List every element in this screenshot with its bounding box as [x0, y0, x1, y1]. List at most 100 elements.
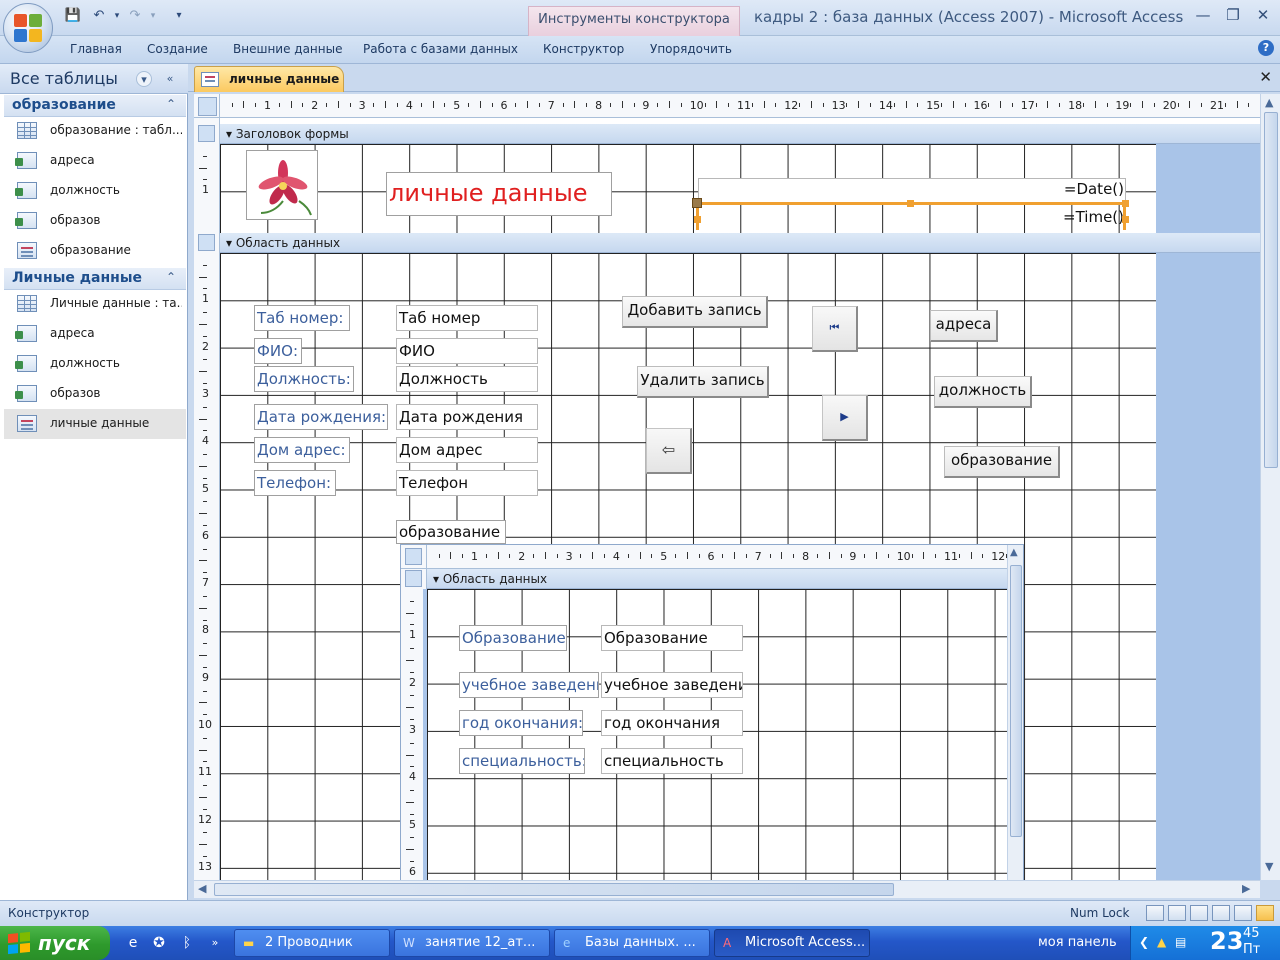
nav-title[interactable]: Все таблицы	[10, 69, 118, 88]
subform-label-specialty[interactable]: специальность:	[459, 748, 585, 774]
datasheet-view-icon[interactable]	[1168, 905, 1186, 921]
undo-dropdown-icon[interactable]: ▾	[108, 7, 126, 25]
textbox-home-address[interactable]: Дом адрес	[396, 437, 538, 463]
delete-record-button[interactable]: Удалить запись	[637, 366, 769, 398]
detail-section-bar[interactable]: ▾ Область данных	[220, 233, 1260, 253]
subform-ruler-corner[interactable]	[401, 545, 427, 569]
collapse-group-icon[interactable]: ⌃	[166, 97, 176, 111]
tab-external-data[interactable]: Внешние данные	[233, 42, 342, 56]
start-button[interactable]: пуск	[0, 926, 110, 960]
subform-scroll-thumb[interactable]	[1010, 565, 1022, 837]
taskbar-browser[interactable]: e Базы данных. ...	[554, 929, 710, 957]
subform-vertical-scrollbar[interactable]: ▲	[1007, 545, 1023, 880]
nav-item-addresses-query-2[interactable]: адреса	[4, 319, 186, 349]
tray-toolbar-label[interactable]: моя панель	[1038, 935, 1117, 950]
subform-label-graduation-year[interactable]: год окончания:	[459, 710, 583, 736]
textbox-tab-number[interactable]: Таб номер	[396, 305, 538, 331]
tab-create[interactable]: Создание	[147, 42, 208, 56]
scroll-right-arrow[interactable]: ▶	[1242, 882, 1250, 895]
tab-database-tools[interactable]: Работа с базами данных	[363, 42, 518, 56]
form-selector[interactable]	[194, 94, 220, 118]
subform-textbox-specialty[interactable]: специальность	[601, 748, 743, 774]
field-label-birth-date[interactable]: Дата рождения:	[254, 404, 388, 430]
redo-icon[interactable]: ↷	[126, 7, 144, 25]
header-section-selector[interactable]	[198, 125, 215, 142]
field-label-tab-number[interactable]: Таб номер:	[254, 305, 350, 331]
nav-item-addresses-query[interactable]: адреса	[4, 146, 186, 176]
addresses-button[interactable]: адреса	[930, 310, 998, 342]
main-hscroll-thumb[interactable]	[214, 883, 894, 896]
subform-section-selector[interactable]	[405, 570, 422, 587]
tab-arrange[interactable]: Упорядочить	[650, 42, 732, 56]
office-button[interactable]	[3, 3, 53, 53]
form-header-bar[interactable]: ▾ Заголовок формы	[220, 124, 1260, 144]
nav-item-education-table[interactable]: образование : табл...	[4, 116, 186, 146]
add-record-button[interactable]: Добавить запись	[622, 296, 768, 328]
date-expression[interactable]: =Date()	[1054, 180, 1124, 202]
selection-handle[interactable]	[1122, 216, 1129, 223]
media-icon[interactable]: ✪	[150, 934, 168, 952]
nav-item-position-query-2[interactable]: должность	[4, 349, 186, 379]
selection-handle[interactable]	[1122, 200, 1129, 207]
subform-label[interactable]: образование	[396, 520, 506, 544]
subform-textbox-graduation-year[interactable]: год окончания	[601, 710, 743, 736]
main-horizontal-scrollbar[interactable]: ◀ ▶	[194, 880, 1260, 898]
nav-item-education-form[interactable]: образование	[4, 236, 186, 266]
undo-icon[interactable]: ↶	[90, 7, 108, 25]
subform-textbox-education[interactable]: Образование	[601, 625, 743, 651]
field-label-position[interactable]: Должность:	[254, 366, 354, 392]
tab-home[interactable]: Главная	[70, 42, 122, 56]
nav-group-education[interactable]: образование ⌃	[4, 95, 186, 117]
tray-language-icon[interactable]: ▤	[1175, 935, 1186, 949]
minimize-button[interactable]: —	[1190, 4, 1216, 26]
taskbar-explorer[interactable]: ▬ 2 Проводник	[234, 929, 390, 957]
close-button[interactable]: ✕	[1250, 4, 1276, 26]
first-record-button[interactable]: ⏮	[812, 306, 858, 352]
subform-label-education[interactable]: Образование	[459, 625, 567, 651]
textbox-phone[interactable]: Телефон	[396, 470, 538, 496]
selection-handle[interactable]	[907, 200, 914, 207]
form-title-label[interactable]: личные данные	[386, 172, 612, 216]
form-view-icon[interactable]	[1146, 905, 1164, 921]
redo-dropdown-icon[interactable]: ▾	[144, 7, 162, 25]
nav-item-educ-query[interactable]: образов	[4, 206, 186, 236]
textbox-birth-date[interactable]: Дата рождения	[396, 404, 538, 430]
subform-textbox-institution[interactable]: учебное заведени	[601, 672, 743, 698]
maximize-button[interactable]: ❐	[1220, 4, 1246, 26]
subform-detail-bar[interactable]: ▾ Область данных	[427, 569, 1007, 589]
selection-handle[interactable]	[694, 216, 701, 223]
document-tab[interactable]: личные данные	[194, 66, 344, 92]
field-label-phone[interactable]: Телефон:	[254, 470, 336, 496]
pivot-chart-view-icon[interactable]	[1212, 905, 1230, 921]
help-icon[interactable]: ?	[1258, 40, 1274, 56]
subform-label-institution[interactable]: учебное заведени	[459, 672, 599, 698]
scroll-up-arrow[interactable]: ▲	[1265, 96, 1273, 109]
detail-section-selector[interactable]	[198, 234, 215, 251]
pivot-table-view-icon[interactable]	[1190, 905, 1208, 921]
ie-icon[interactable]: e	[124, 934, 142, 952]
taskbar-access[interactable]: A Microsoft Access...	[714, 929, 870, 957]
tray-network-icon[interactable]: ▲	[1157, 935, 1166, 949]
nav-group-personal-data[interactable]: Личные данные ⌃	[4, 268, 186, 290]
nav-item-educ-query-2[interactable]: образов	[4, 379, 186, 409]
scroll-up-arrow[interactable]: ▲	[1010, 547, 1018, 558]
tray-expand-icon[interactable]: ❮	[1139, 935, 1149, 949]
field-label-home-address[interactable]: Дом адрес:	[254, 437, 350, 463]
textbox-fio[interactable]: ФИО	[396, 338, 538, 364]
subform-selector[interactable]	[405, 548, 422, 565]
layout-view-icon[interactable]	[1234, 905, 1252, 921]
scroll-left-arrow[interactable]: ◀	[198, 882, 206, 895]
nav-item-position-query[interactable]: должность	[4, 176, 186, 206]
customize-qat-icon[interactable]: ▾	[170, 7, 188, 25]
quick-launch-more-icon[interactable]: »	[206, 934, 224, 952]
subform-education[interactable]: 1 2 3 4 5 6 7 8 9 10 11 12 123456 ▾ Область данных …	[400, 544, 1024, 880]
scroll-down-arrow[interactable]: ▼	[1265, 860, 1273, 873]
close-document-icon[interactable]: ✕	[1259, 68, 1272, 86]
flower-logo-image[interactable]	[246, 150, 318, 220]
bluetooth-icon[interactable]: ᛒ	[178, 934, 196, 952]
next-record-button[interactable]: ▶	[822, 395, 868, 441]
nav-item-personal-table[interactable]: Личные данные : та...	[4, 289, 186, 319]
education-button[interactable]: образование	[944, 446, 1060, 478]
main-vertical-scrollbar[interactable]: ▲ ▼	[1260, 94, 1280, 880]
nav-collapse-icon[interactable]: «	[162, 71, 178, 87]
